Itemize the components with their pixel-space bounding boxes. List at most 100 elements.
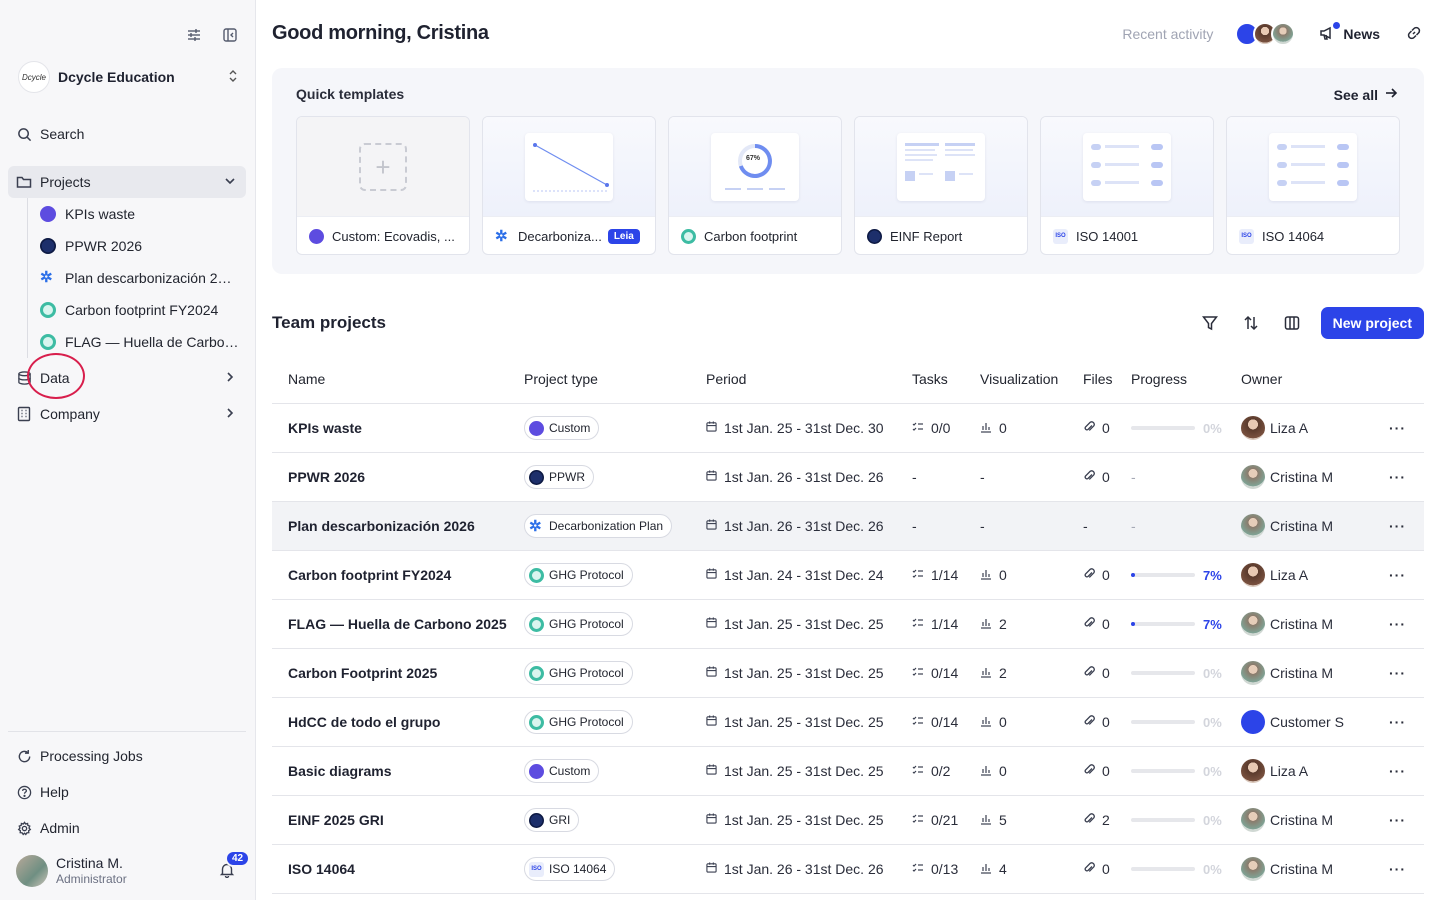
table-row[interactable]: Basic diagrams Custom 1st Jan. 25 - 31st D… bbox=[272, 747, 1424, 796]
project-name[interactable]: ISO 14064 bbox=[272, 861, 524, 877]
table-row[interactable]: Carbon footprint FY2024 GHG Protocol 1st J… bbox=[272, 551, 1424, 600]
tasks-cell: 1/14 bbox=[912, 616, 980, 632]
collapse-sidebar-icon[interactable] bbox=[221, 26, 239, 44]
row-actions-button[interactable]: ··· bbox=[1371, 420, 1424, 436]
link-icon[interactable] bbox=[1406, 25, 1422, 44]
table-row[interactable]: FLAG — Huella de Carbono 2025 GHG Protoco… bbox=[272, 600, 1424, 649]
table-row[interactable]: ISO 14064 ISO ISO 14064 1st Jan. 26 - 31st … bbox=[272, 845, 1424, 894]
progress-bar bbox=[1131, 426, 1195, 430]
template-card[interactable]: EINF Report bbox=[854, 116, 1028, 255]
project-name[interactable]: PPWR 2026 bbox=[272, 469, 524, 485]
sidebar-item-company[interactable]: Company bbox=[8, 398, 246, 430]
project-name[interactable]: Plan descarbonización 2026 bbox=[272, 518, 524, 534]
collaborators-avatars[interactable] bbox=[1235, 22, 1296, 46]
filter-icon[interactable] bbox=[1198, 311, 1222, 335]
new-project-button[interactable]: New project bbox=[1320, 307, 1424, 339]
row-actions-button[interactable]: ··· bbox=[1371, 763, 1424, 779]
see-all-link[interactable]: See all bbox=[1334, 86, 1398, 103]
project-name[interactable]: Carbon footprint FY2024 bbox=[272, 567, 524, 583]
sidebar-project-item[interactable]: PPWR 2026 bbox=[40, 234, 239, 258]
visualization-value: 0 bbox=[999, 714, 1007, 730]
owner-cell: Customer S bbox=[1241, 710, 1371, 734]
sidebar-project-item[interactable]: Carbon footprint FY2024 bbox=[40, 298, 239, 322]
tasks-cell: 0/21 bbox=[912, 812, 980, 828]
annotation-circle bbox=[27, 353, 85, 399]
progress-value: - bbox=[1131, 469, 1136, 485]
template-card[interactable]: ISO ISO 14001 bbox=[1040, 116, 1214, 255]
sliders-icon[interactable] bbox=[185, 26, 203, 44]
project-type-label: GHG Protocol bbox=[549, 666, 624, 680]
user-profile[interactable]: Cristina M. Administrator 42 bbox=[16, 849, 251, 889]
project-type-cell: GRI bbox=[524, 808, 706, 832]
table-row[interactable]: HdCC de todo el grupo GHG Protocol 1st Jan… bbox=[272, 698, 1424, 747]
checklist-thumbnail bbox=[1269, 133, 1357, 201]
row-actions-button[interactable]: ··· bbox=[1371, 616, 1424, 632]
project-name[interactable]: KPIs waste bbox=[272, 420, 524, 436]
template-card[interactable]: + Custom: Ecovadis, ... bbox=[296, 116, 470, 255]
user-name: Cristina M. bbox=[56, 855, 123, 871]
row-actions-button[interactable]: ··· bbox=[1371, 812, 1424, 828]
table-row[interactable]: EINF 2025 GRI GRI 1st Jan. 25 - 31st Dec. … bbox=[272, 796, 1424, 845]
sidebar-project-item[interactable]: FLAG — Huella de Carbono 2025 bbox=[40, 330, 239, 354]
project-type-badge: GHG Protocol bbox=[524, 563, 633, 587]
column-header-tasks[interactable]: Tasks bbox=[912, 371, 980, 387]
progress-bar bbox=[1131, 867, 1195, 871]
sidebar-item-admin[interactable]: Admin bbox=[8, 812, 246, 844]
project-name[interactable]: FLAG — Huella de Carbono 2025 bbox=[272, 616, 524, 632]
table-row[interactable]: Carbon Footprint 2025 GHG Protocol 1st Jan… bbox=[272, 649, 1424, 698]
visualization-value: 2 bbox=[999, 616, 1007, 632]
project-name[interactable]: Carbon Footprint 2025 bbox=[272, 665, 524, 681]
project-name[interactable]: EINF 2025 GRI bbox=[272, 812, 524, 828]
row-actions-button[interactable]: ··· bbox=[1371, 714, 1424, 730]
column-header-files[interactable]: Files bbox=[1083, 371, 1131, 387]
project-name[interactable]: HdCC de todo el grupo bbox=[272, 714, 524, 730]
project-name[interactable]: Basic diagrams bbox=[272, 763, 524, 779]
column-header-owner[interactable]: Owner bbox=[1241, 371, 1371, 387]
project-type-badge: Custom bbox=[524, 416, 600, 440]
files-cell: 2 bbox=[1083, 812, 1131, 828]
template-card[interactable]: ISO ISO 14064 bbox=[1226, 116, 1400, 255]
ghg-icon bbox=[529, 665, 544, 681]
row-actions-button[interactable]: ··· bbox=[1371, 469, 1424, 485]
sidebar-project-item[interactable]: ✲ Plan descarbonización 2026 bbox=[40, 266, 239, 290]
column-header-period[interactable]: Period bbox=[706, 371, 912, 387]
template-label: ISO ISO 14064 bbox=[1227, 217, 1399, 254]
row-actions-button[interactable]: ··· bbox=[1371, 518, 1424, 534]
columns-icon[interactable] bbox=[1280, 311, 1304, 335]
template-preview: 67% bbox=[669, 117, 841, 217]
row-actions-button[interactable]: ··· bbox=[1371, 665, 1424, 681]
news-button[interactable]: News bbox=[1319, 21, 1380, 44]
sidebar-item-processing-jobs[interactable]: Processing Jobs bbox=[8, 740, 246, 772]
template-card[interactable]: ✲ Decarboniza... Leia bbox=[482, 116, 656, 255]
sidebar-item-projects[interactable]: Projects bbox=[8, 166, 246, 198]
project-type-badge: GHG Protocol bbox=[524, 710, 633, 734]
template-card[interactable]: 67% Carbon footprint bbox=[668, 116, 842, 255]
visualization-value: 0 bbox=[999, 420, 1007, 436]
table-row[interactable]: KPIs waste Custom 1st Jan. 25 - 31st Dec. … bbox=[272, 404, 1424, 453]
bell-icon bbox=[219, 863, 235, 881]
sidebar-item-help[interactable]: Help bbox=[8, 776, 246, 808]
column-header-visualization[interactable]: Visualization bbox=[980, 371, 1083, 387]
tasks-value: 0/0 bbox=[931, 420, 951, 436]
table-row[interactable]: Plan descarbonización 2026 ✲ Decarbonizati… bbox=[272, 502, 1424, 551]
notifications-button[interactable]: 42 bbox=[219, 849, 251, 881]
recent-activity-link[interactable]: Recent activity bbox=[1122, 26, 1213, 42]
iso-icon: ISO bbox=[1239, 228, 1254, 244]
project-type-cell: GHG Protocol bbox=[524, 612, 706, 636]
row-actions-button[interactable]: ··· bbox=[1371, 861, 1424, 877]
checklist-icon bbox=[912, 813, 924, 828]
organization-switcher[interactable]: Dcycle Dcycle Education bbox=[18, 60, 239, 94]
sort-icon[interactable] bbox=[1239, 311, 1263, 335]
more-horizontal-icon: ··· bbox=[1389, 469, 1406, 485]
progress-bar-fill bbox=[1131, 573, 1136, 577]
column-header-progress[interactable]: Progress bbox=[1131, 371, 1241, 387]
sidebar-project-item[interactable]: KPIs waste bbox=[40, 202, 239, 226]
row-actions-button[interactable]: ··· bbox=[1371, 567, 1424, 583]
tasks-cell: 0/14 bbox=[912, 714, 980, 730]
decarbonization-icon: ✲ bbox=[40, 269, 53, 286]
template-preview: + bbox=[297, 117, 469, 217]
column-header-name[interactable]: Name bbox=[272, 371, 524, 387]
search-nav-item[interactable]: Search bbox=[8, 118, 246, 150]
column-header-project-type[interactable]: Project type bbox=[524, 371, 706, 387]
table-row[interactable]: PPWR 2026 PPWR 1st Jan. 26 - 31st Dec. 26 -… bbox=[272, 453, 1424, 502]
